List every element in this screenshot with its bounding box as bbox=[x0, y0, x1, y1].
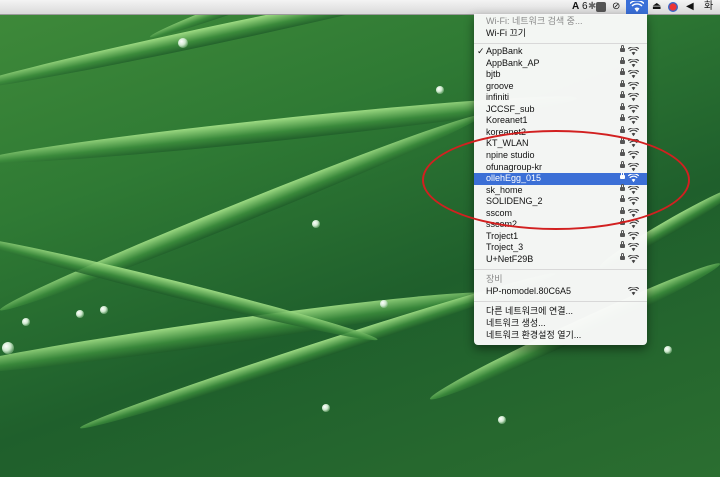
network-name: groove bbox=[486, 80, 514, 91]
network-item[interactable]: infiniti bbox=[474, 91, 647, 104]
network-item[interactable]: U+NetF29B bbox=[474, 252, 647, 266]
water-drop bbox=[312, 220, 320, 228]
lock-icon bbox=[620, 56, 625, 64]
clock[interactable]: 화 bbox=[704, 0, 713, 14]
water-drop bbox=[322, 404, 330, 412]
lock-icon bbox=[620, 241, 625, 249]
wifi-signal-icon bbox=[628, 127, 639, 137]
checkmark-icon: ✓ bbox=[477, 46, 485, 56]
create-network-item[interactable]: 네트워크 생성... bbox=[474, 318, 647, 330]
network-item[interactable]: bjtb bbox=[474, 68, 647, 81]
wifi-signal-icon bbox=[628, 231, 639, 241]
device-item[interactable]: HP-nomodel.80C6A5 bbox=[474, 286, 647, 298]
separator bbox=[474, 43, 647, 44]
network-name: bjtb bbox=[486, 69, 501, 80]
water-drop bbox=[178, 38, 188, 48]
eject-icon[interactable]: ⏏ bbox=[652, 0, 661, 14]
lock-icon bbox=[620, 125, 625, 133]
lock-icon bbox=[620, 252, 625, 260]
water-drop bbox=[436, 86, 444, 94]
network-name: Troject1 bbox=[486, 230, 519, 241]
network-preferences-item[interactable]: 네트워크 환경설정 열기... bbox=[474, 330, 647, 342]
network-name: infiniti bbox=[486, 92, 510, 103]
network-name: U+NetF29B bbox=[486, 253, 534, 264]
red-highlight-ellipse bbox=[422, 130, 690, 230]
wifi-signal-icon bbox=[628, 254, 639, 264]
wifi-status-text: Wi-Fi: 네트워크 검색 중... bbox=[486, 16, 583, 26]
wifi-signal-icon bbox=[628, 70, 639, 79]
network-name: AppBank_AP bbox=[486, 57, 540, 68]
water-drop bbox=[498, 416, 506, 424]
separator bbox=[474, 269, 647, 270]
lock-icon bbox=[620, 45, 625, 52]
app-status-icon[interactable] bbox=[596, 2, 606, 12]
network-item[interactable]: ✓ AppBank bbox=[474, 45, 647, 58]
wifi-off-item[interactable]: Wi-Fi 끄기 bbox=[474, 28, 647, 40]
wifi-signal-icon bbox=[628, 243, 639, 252]
water-drop bbox=[76, 310, 84, 318]
network-name: Troject_3 bbox=[486, 242, 524, 253]
volume-icon[interactable]: ◀ bbox=[686, 0, 694, 14]
wifi-signal-icon bbox=[628, 47, 639, 56]
network-item[interactable]: Koreanet1 bbox=[474, 114, 647, 127]
join-other-network-item[interactable]: 다른 네트워크에 연결... bbox=[474, 306, 647, 318]
lock-icon bbox=[620, 68, 625, 76]
action-label: 네트워크 환경설정 열기... bbox=[486, 330, 582, 340]
wifi-signal-icon bbox=[628, 116, 639, 125]
device-label: HP-nomodel.80C6A5 bbox=[486, 286, 572, 296]
action-label: 다른 네트워크에 연결... bbox=[486, 306, 574, 316]
wifi-off-label: Wi-Fi 끄기 bbox=[486, 28, 527, 38]
water-drop bbox=[2, 342, 14, 354]
lock-icon bbox=[620, 102, 625, 110]
water-drop bbox=[664, 346, 672, 354]
water-drop bbox=[380, 300, 388, 308]
network-name: JCCSF_sub bbox=[486, 103, 535, 114]
lock-icon bbox=[620, 91, 625, 99]
action-label: 네트워크 생성... bbox=[486, 318, 546, 328]
battery-status[interactable]: 6 bbox=[582, 0, 588, 14]
menu-bar: A 6 ✱ ⊘ ⏏ ◀ 화 bbox=[0, 0, 720, 15]
water-drop bbox=[100, 306, 108, 314]
volume-menu-icon[interactable]: ⊘ bbox=[612, 0, 620, 14]
wifi-status: Wi-Fi: 네트워크 검색 중... bbox=[474, 16, 647, 28]
wifi-signal-icon bbox=[628, 81, 639, 90]
lock-icon bbox=[620, 114, 625, 122]
devices-header: 장비 bbox=[474, 274, 647, 286]
wifi-signal-icon bbox=[628, 58, 639, 67]
wifi-menu-icon[interactable] bbox=[626, 0, 648, 14]
network-name: Koreanet1 bbox=[486, 115, 528, 126]
input-source-menu[interactable]: A bbox=[572, 0, 579, 14]
lock-icon bbox=[620, 79, 625, 87]
wifi-signal-icon bbox=[628, 93, 639, 102]
flag-icon[interactable] bbox=[668, 2, 678, 12]
wifi-signal-icon bbox=[628, 104, 639, 113]
lock-icon bbox=[620, 229, 625, 237]
separator bbox=[474, 301, 647, 302]
devices-header-label: 장비 bbox=[486, 274, 503, 284]
wifi-signal-icon bbox=[628, 287, 639, 296]
water-drop bbox=[22, 318, 30, 326]
network-name: AppBank bbox=[486, 46, 523, 56]
